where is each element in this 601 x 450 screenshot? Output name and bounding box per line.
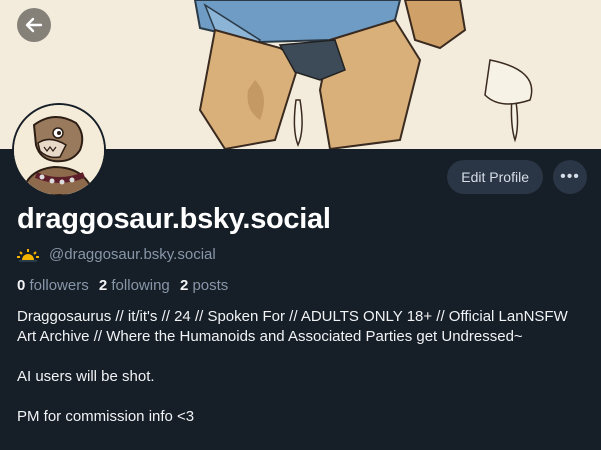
more-icon: ••• [560,168,580,185]
edit-profile-button[interactable]: Edit Profile [447,160,543,194]
profile-stats: 0 followers 2 following 2 posts [17,277,228,294]
followers-link[interactable]: 0 followers [17,277,89,294]
avatar-image [14,105,104,195]
bio-line: Draggosaurus // it/it's // 24 // Spoken … [17,308,568,345]
posts-label: posts [192,277,229,294]
handle-row: @draggosaur.bsky.social [17,246,216,263]
arrow-left-icon [25,17,43,33]
back-button[interactable] [17,8,51,42]
following-label: following [111,277,170,294]
more-options-button[interactable]: ••• [553,160,587,194]
handle: @draggosaur.bsky.social [49,246,216,263]
bio-line: AI users will be shot. [17,368,155,385]
bio-line: PM for commission info <3 [17,408,195,425]
profile-bio: Draggosaurus // it/it's // 24 // Spoken … [17,307,587,427]
posts-count: 2 [179,277,189,294]
posts-stat: 2 posts [180,277,228,294]
followers-count: 0 [17,277,26,294]
sunrise-icon [17,248,39,262]
profile-actions: Edit Profile ••• [447,160,587,194]
followers-label: followers [29,277,89,294]
following-count: 2 [98,277,108,294]
avatar[interactable] [12,103,106,197]
display-name: draggosaur.bsky.social [17,203,331,235]
following-link[interactable]: 2 following [99,277,170,294]
